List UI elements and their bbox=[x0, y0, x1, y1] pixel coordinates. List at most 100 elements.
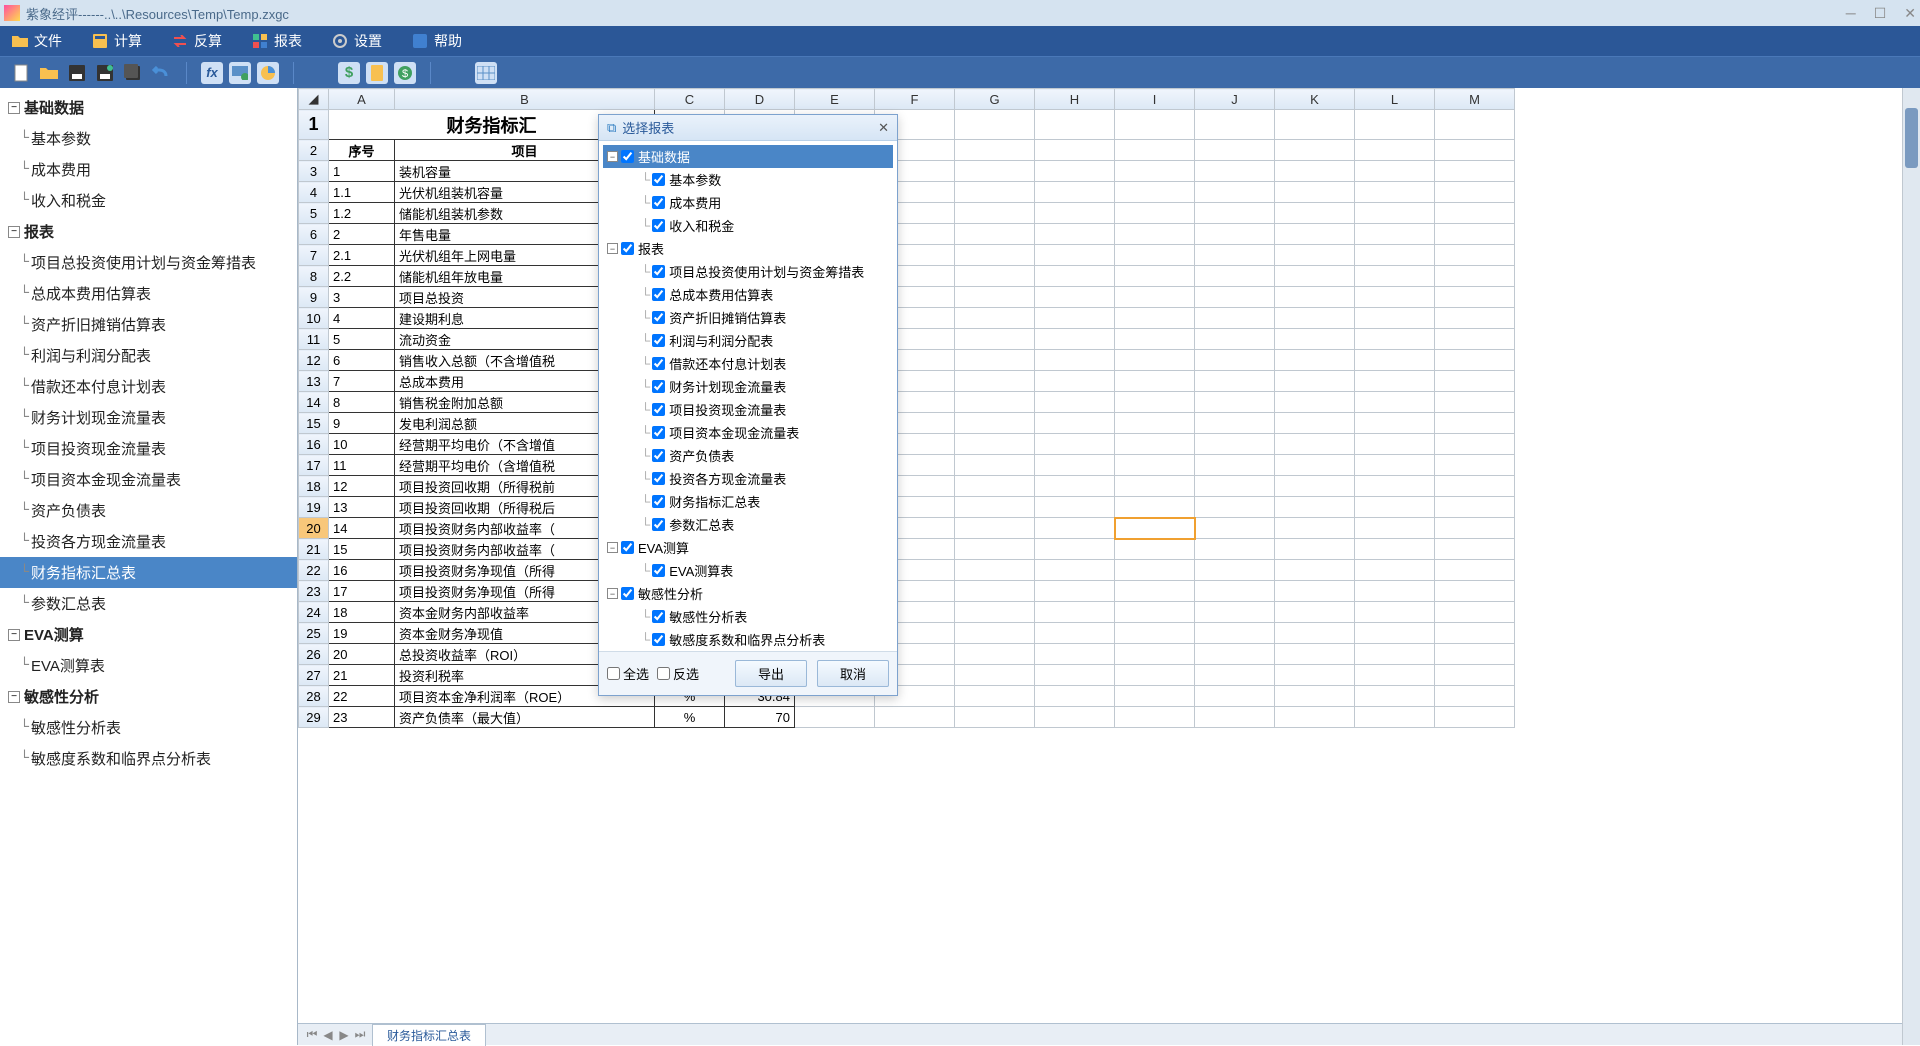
cell[interactable] bbox=[1435, 560, 1515, 581]
item-checkbox[interactable] bbox=[652, 472, 665, 485]
cell[interactable] bbox=[1195, 245, 1275, 266]
cell[interactable] bbox=[1115, 707, 1195, 728]
cell[interactable]: 5 bbox=[329, 329, 395, 350]
dialog-tree-item[interactable]: └利润与利润分配表 bbox=[603, 329, 893, 352]
sidebar-item[interactable]: └项目资本金现金流量表 bbox=[0, 464, 297, 495]
cell[interactable] bbox=[1195, 392, 1275, 413]
dialog-tree-group[interactable]: −报表 bbox=[603, 237, 893, 260]
item-checkbox[interactable] bbox=[652, 633, 665, 646]
cell[interactable] bbox=[1035, 245, 1115, 266]
column-header[interactable]: I bbox=[1115, 89, 1195, 110]
cell[interactable] bbox=[1355, 686, 1435, 707]
row-header[interactable]: 16 bbox=[299, 434, 329, 455]
cell[interactable] bbox=[1035, 110, 1115, 140]
sidebar-item[interactable]: └投资各方现金流量表 bbox=[0, 526, 297, 557]
collapse-icon[interactable]: − bbox=[8, 226, 20, 238]
cell[interactable] bbox=[1355, 182, 1435, 203]
item-checkbox[interactable] bbox=[652, 449, 665, 462]
cell[interactable] bbox=[1355, 350, 1435, 371]
row-header[interactable]: 14 bbox=[299, 392, 329, 413]
cell[interactable] bbox=[1435, 203, 1515, 224]
open-file-button[interactable] bbox=[38, 62, 60, 84]
cell[interactable] bbox=[955, 371, 1035, 392]
row-header[interactable]: 17 bbox=[299, 455, 329, 476]
item-checkbox[interactable] bbox=[652, 426, 665, 439]
cell[interactable] bbox=[1355, 707, 1435, 728]
column-header[interactable]: J bbox=[1195, 89, 1275, 110]
sidebar-group[interactable]: −敏感性分析 bbox=[0, 681, 297, 712]
sidebar-tree[interactable]: −基础数据└基本参数└成本费用└收入和税金−报表└项目总投资使用计划与资金筹措表… bbox=[0, 88, 298, 1045]
group-checkbox[interactable] bbox=[621, 541, 634, 554]
cell[interactable] bbox=[1035, 287, 1115, 308]
dialog-tree-item[interactable]: └资产折旧摊销估算表 bbox=[603, 306, 893, 329]
cell[interactable] bbox=[1035, 371, 1115, 392]
row-header[interactable]: 19 bbox=[299, 497, 329, 518]
cell[interactable] bbox=[1275, 182, 1355, 203]
dialog-tree-item[interactable]: └敏感度系数和临界点分析表 bbox=[603, 628, 893, 651]
sheet-scroll[interactable]: ◢ABCDEFGHIJKLM1财务指标汇2序号项目31装机容量41.1光伏机组装… bbox=[298, 88, 1902, 1023]
undo-button[interactable] bbox=[150, 62, 172, 84]
cell[interactable] bbox=[1355, 329, 1435, 350]
cell[interactable] bbox=[1115, 371, 1195, 392]
cell[interactable] bbox=[1275, 392, 1355, 413]
cell[interactable] bbox=[1035, 476, 1115, 497]
cell[interactable] bbox=[1275, 140, 1355, 161]
sidebar-item[interactable]: └基本参数 bbox=[0, 123, 297, 154]
cell[interactable]: 3 bbox=[329, 287, 395, 308]
cell[interactable] bbox=[1275, 308, 1355, 329]
dialog-tree-item[interactable]: └借款还本付息计划表 bbox=[603, 352, 893, 375]
column-header[interactable]: D bbox=[725, 89, 795, 110]
row-header[interactable]: 29 bbox=[299, 707, 329, 728]
vertical-scrollbar[interactable] bbox=[1902, 88, 1920, 1045]
cell[interactable] bbox=[1355, 539, 1435, 560]
cell[interactable] bbox=[955, 245, 1035, 266]
cell[interactable] bbox=[1275, 707, 1355, 728]
cell[interactable] bbox=[955, 476, 1035, 497]
save-as-button[interactable] bbox=[94, 62, 116, 84]
dialog-tree-item[interactable]: └参数汇总表 bbox=[603, 513, 893, 536]
row-header[interactable]: 10 bbox=[299, 308, 329, 329]
cell[interactable] bbox=[1115, 434, 1195, 455]
export-button[interactable]: 导出 bbox=[735, 660, 807, 687]
cell[interactable] bbox=[1275, 623, 1355, 644]
cell[interactable]: 2.1 bbox=[329, 245, 395, 266]
dialog-tree-item[interactable]: └项目资本金现金流量表 bbox=[603, 421, 893, 444]
cell[interactable]: 23 bbox=[329, 707, 395, 728]
cell[interactable] bbox=[1355, 392, 1435, 413]
item-checkbox[interactable] bbox=[652, 334, 665, 347]
dialog-tree-item[interactable]: └敏感性分析表 bbox=[603, 605, 893, 628]
cell[interactable] bbox=[1435, 581, 1515, 602]
column-button[interactable] bbox=[366, 62, 388, 84]
item-checkbox[interactable] bbox=[652, 518, 665, 531]
cell[interactable] bbox=[1435, 287, 1515, 308]
tab-nav-last[interactable]: ⏭ bbox=[352, 1027, 368, 1042]
save-all-button[interactable] bbox=[122, 62, 144, 84]
cell[interactable] bbox=[1035, 266, 1115, 287]
item-checkbox[interactable] bbox=[652, 380, 665, 393]
tab-nav-first[interactable]: ⏮ bbox=[304, 1027, 320, 1042]
dialog-tree-item[interactable]: └投资各方现金流量表 bbox=[603, 467, 893, 490]
row-header[interactable]: 26 bbox=[299, 644, 329, 665]
item-checkbox[interactable] bbox=[652, 173, 665, 186]
cell[interactable] bbox=[1355, 203, 1435, 224]
cell[interactable] bbox=[1195, 371, 1275, 392]
cancel-button[interactable]: 取消 bbox=[817, 660, 889, 687]
cell[interactable] bbox=[1435, 329, 1515, 350]
cell[interactable] bbox=[1195, 110, 1275, 140]
cell[interactable] bbox=[1275, 224, 1355, 245]
cell[interactable] bbox=[955, 686, 1035, 707]
cell[interactable] bbox=[1355, 224, 1435, 245]
cell[interactable] bbox=[1195, 602, 1275, 623]
cell[interactable] bbox=[1195, 686, 1275, 707]
menu-calc[interactable]: 计算 bbox=[92, 31, 142, 51]
cell[interactable] bbox=[1435, 245, 1515, 266]
cell[interactable] bbox=[1275, 497, 1355, 518]
collapse-icon[interactable]: − bbox=[8, 102, 20, 114]
row-header[interactable]: 23 bbox=[299, 581, 329, 602]
dialog-tree-item[interactable]: └EVA测算表 bbox=[603, 559, 893, 582]
cell[interactable] bbox=[955, 266, 1035, 287]
cell[interactable] bbox=[955, 497, 1035, 518]
cell[interactable] bbox=[955, 518, 1035, 539]
cell[interactable] bbox=[795, 707, 875, 728]
cell[interactable] bbox=[955, 287, 1035, 308]
